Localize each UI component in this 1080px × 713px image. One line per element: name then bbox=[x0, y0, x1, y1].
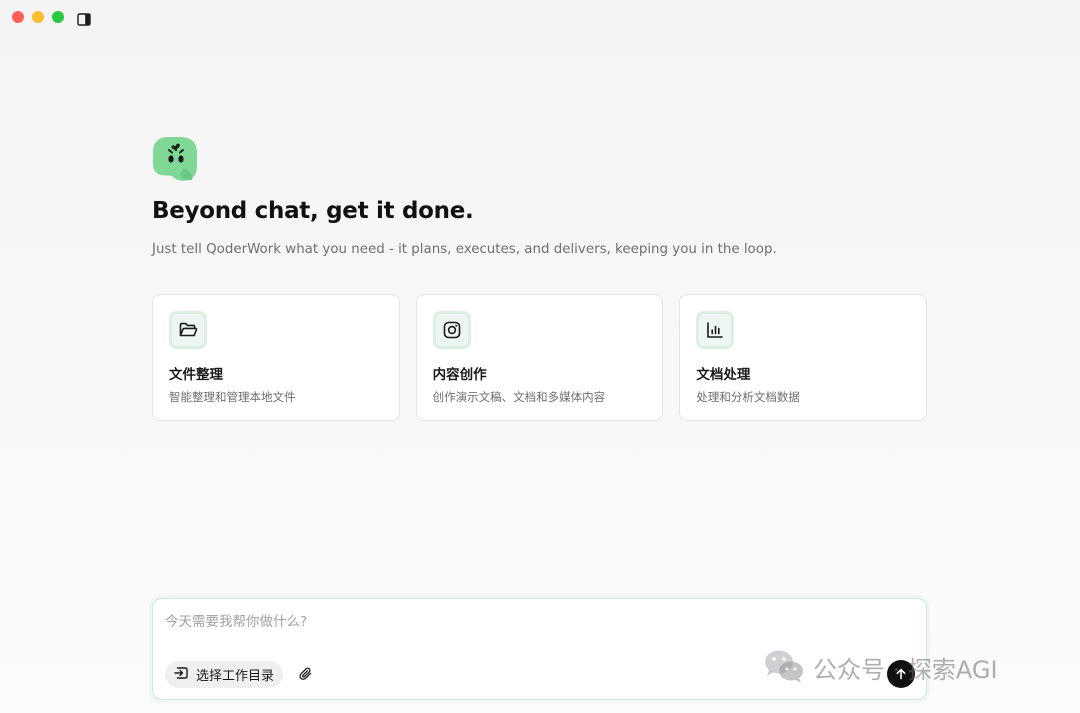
card-title: 文档处理 bbox=[696, 367, 751, 383]
send-button[interactable] bbox=[887, 660, 915, 688]
close-window-button[interactable] bbox=[12, 11, 24, 23]
card-description: 智能整理和管理本地文件 bbox=[169, 390, 296, 404]
headline: Beyond chat, get it done. bbox=[152, 198, 474, 224]
sidebar-toggle-icon[interactable] bbox=[77, 11, 91, 26]
paperclip-icon[interactable] bbox=[297, 665, 315, 683]
folder-open-icon bbox=[169, 311, 207, 349]
bar-chart-icon bbox=[696, 311, 735, 349]
instagram-icon bbox=[432, 311, 471, 349]
card-content-creation[interactable]: 内容创作 创作演示文稿、文档和多媒体内容 bbox=[415, 294, 664, 421]
qoder-mascot-logo bbox=[152, 134, 198, 182]
composer: 选择工作目录 bbox=[152, 598, 927, 700]
arrow-up-icon bbox=[895, 665, 907, 684]
card-title: 内容创作 bbox=[432, 367, 487, 383]
card-file-organize[interactable]: 文件整理 智能整理和管理本地文件 bbox=[152, 294, 400, 421]
card-description: 处理和分析文档数据 bbox=[696, 390, 800, 404]
prompt-input[interactable] bbox=[165, 609, 905, 635]
select-directory-button[interactable]: 选择工作目录 bbox=[165, 661, 284, 688]
select-directory-label: 选择工作目录 bbox=[196, 669, 275, 684]
card-title: 文件整理 bbox=[169, 367, 223, 383]
folder-import-icon bbox=[173, 665, 189, 685]
minimize-window-button[interactable] bbox=[32, 11, 44, 23]
task-cards: 文件整理 智能整理和管理本地文件 内容创作 创作演示文稿、文档和多媒体内容 文档… bbox=[152, 294, 928, 421]
window-controls bbox=[12, 11, 64, 23]
subheadline: Just tell QoderWork what you need - it p… bbox=[152, 242, 777, 257]
card-document-processing[interactable]: 文档处理 处理和分析文档数据 bbox=[679, 294, 928, 421]
zoom-window-button[interactable] bbox=[52, 11, 64, 23]
card-description: 创作演示文稿、文档和多媒体内容 bbox=[432, 390, 606, 404]
